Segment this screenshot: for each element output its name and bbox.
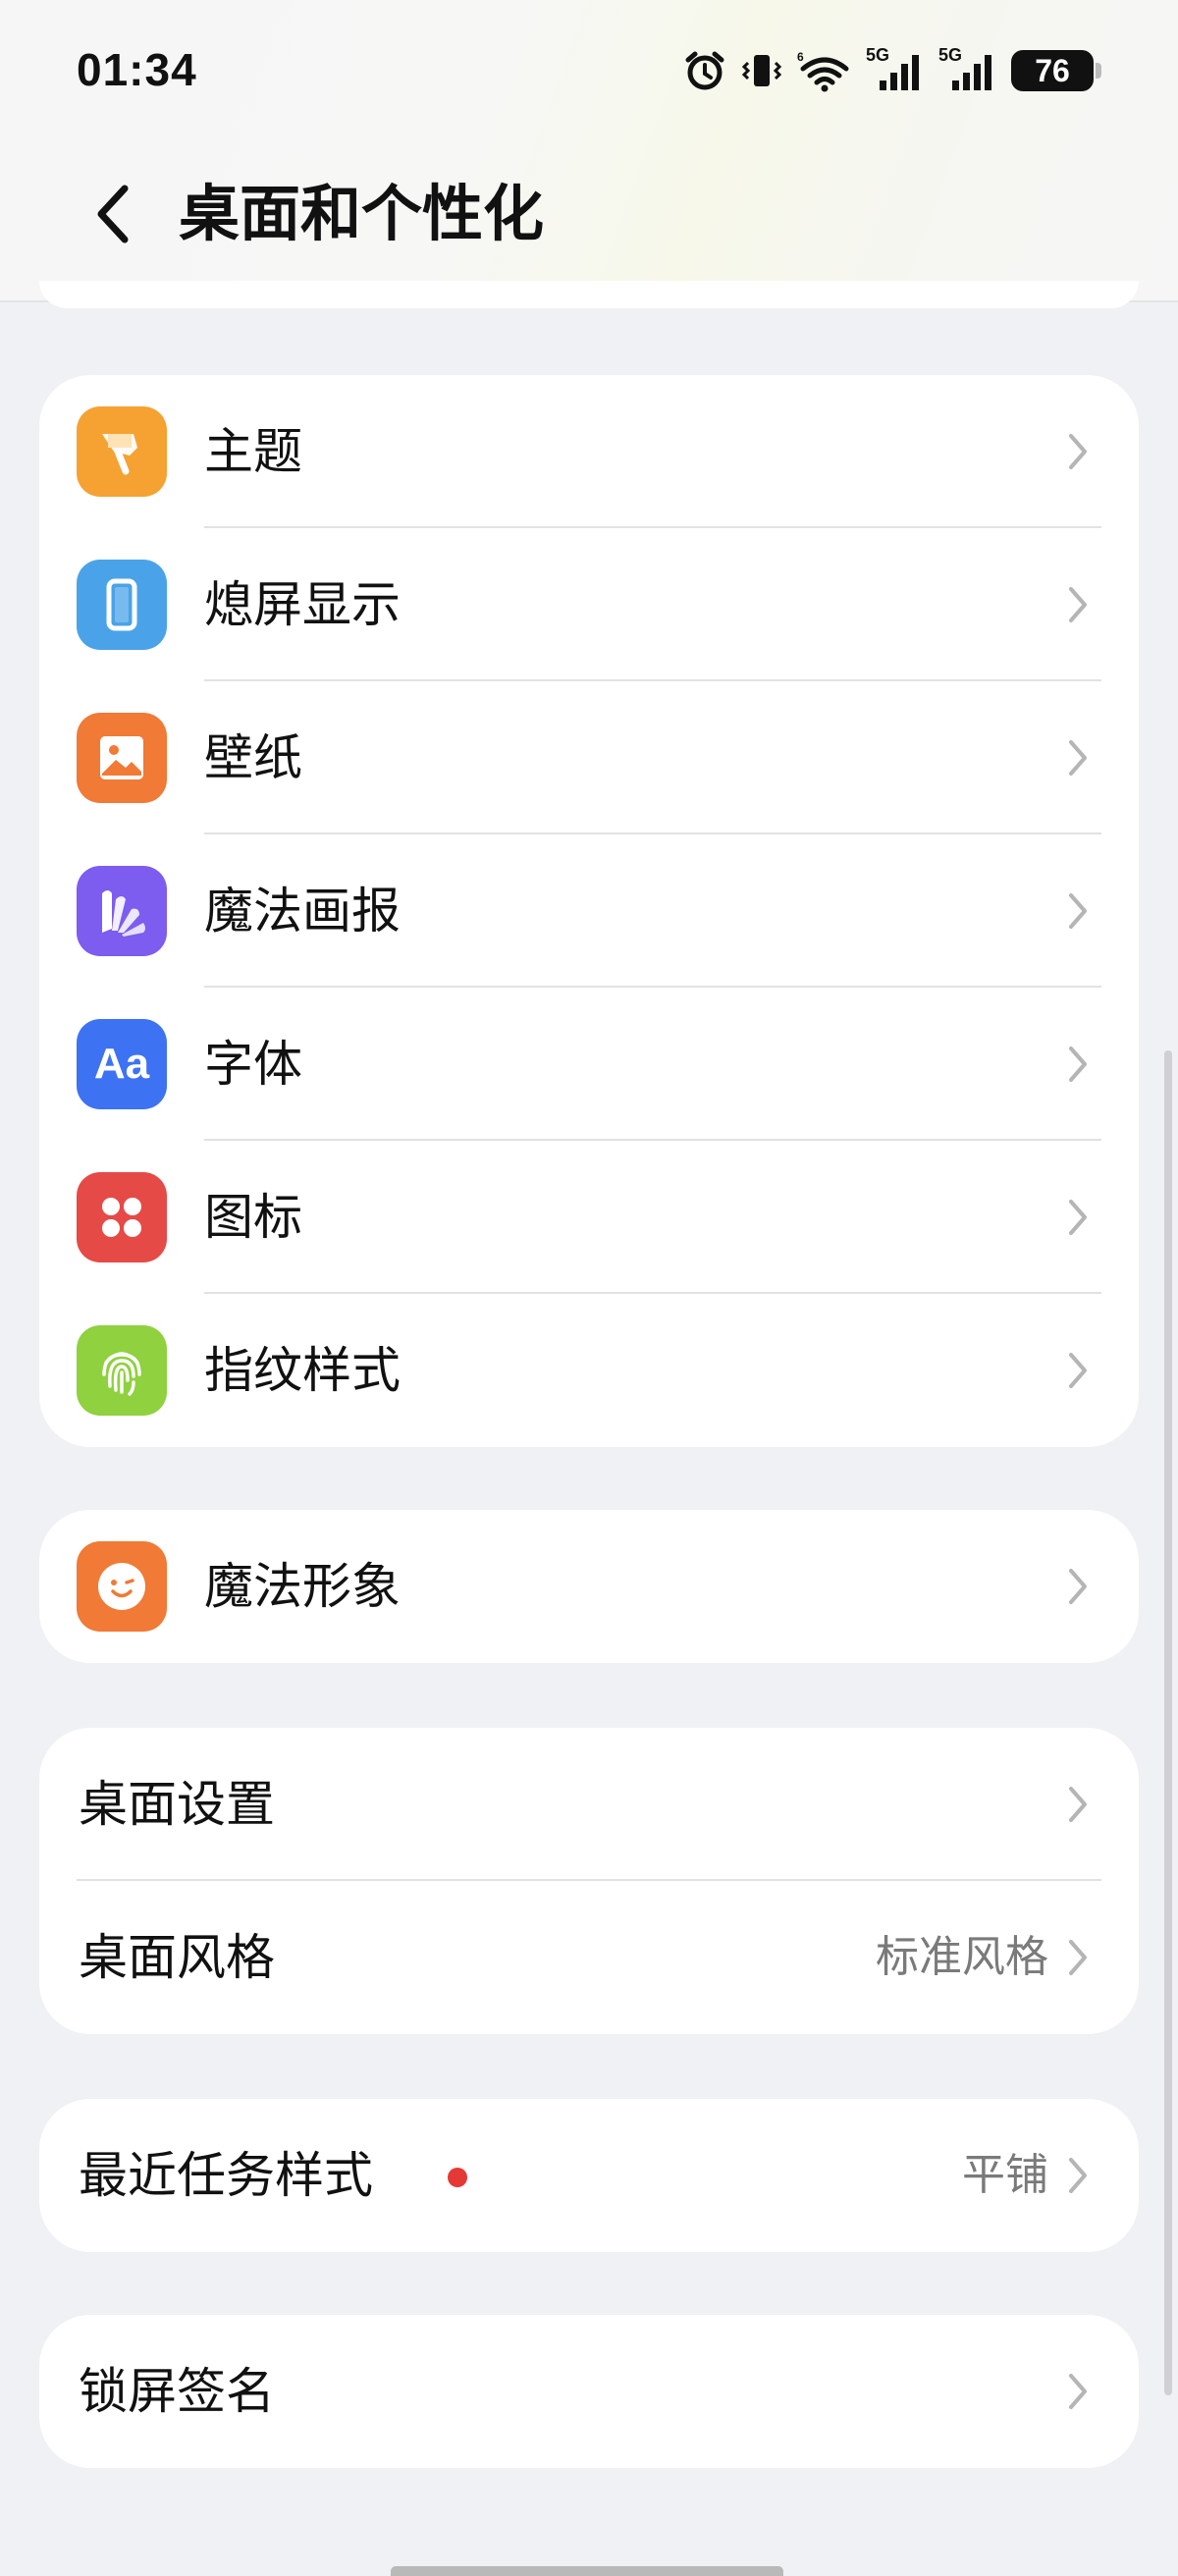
header: 桌面和个性化 bbox=[0, 147, 1178, 285]
row-desktop-settings[interactable]: 桌面设置 bbox=[39, 1728, 1139, 1881]
row-desktop-style[interactable]: 桌面风格 标准风格 bbox=[39, 1881, 1139, 2034]
smile-face-icon bbox=[77, 1541, 167, 1632]
battery-icon: 76 bbox=[1011, 50, 1094, 91]
chevron-right-icon bbox=[1056, 889, 1099, 933]
phone-outline-icon bbox=[77, 560, 167, 650]
new-badge-dot bbox=[448, 2168, 467, 2187]
row-label: 锁屏签名 bbox=[79, 2363, 275, 2420]
brush-icon bbox=[77, 406, 167, 497]
lock-screen-card: 锁屏签名 bbox=[39, 2315, 1139, 2468]
row-lock-screen-signature[interactable]: 锁屏签名 bbox=[39, 2315, 1139, 2468]
top-area: 01:34 6 5G 5G 76 桌面和个性化 bbox=[0, 0, 1178, 302]
chevron-right-icon bbox=[1056, 1196, 1099, 1239]
network-type-label: 5G bbox=[866, 45, 890, 65]
row-icons[interactable]: 图标 bbox=[39, 1141, 1139, 1294]
row-magic-magazine[interactable]: 魔法画报 bbox=[39, 834, 1139, 988]
font-icon-text: Aa bbox=[93, 1040, 150, 1088]
row-label: 桌面风格 bbox=[79, 1929, 275, 1986]
chevron-right-icon bbox=[1056, 583, 1099, 626]
back-button[interactable] bbox=[77, 177, 151, 251]
chevron-right-icon bbox=[1056, 430, 1099, 473]
image-icon bbox=[77, 713, 167, 803]
battery-tip bbox=[1096, 63, 1101, 79]
chevron-left-icon bbox=[97, 185, 129, 243]
row-value: 标准风格 bbox=[876, 1932, 1048, 1982]
avatar-card: 魔法形象 bbox=[39, 1510, 1139, 1663]
chevron-right-icon bbox=[1056, 2370, 1099, 2413]
row-label: 桌面设置 bbox=[79, 1776, 275, 1833]
chevron-right-icon bbox=[1056, 1349, 1099, 1392]
row-label: 最近任务样式 bbox=[79, 2147, 373, 2204]
personalization-card: 主题 熄屏显示 壁纸 魔法画报 Aa 字体 图标 指纹样式 bbox=[39, 375, 1139, 1447]
alarm-icon bbox=[683, 49, 726, 92]
row-aod[interactable]: 熄屏显示 bbox=[39, 528, 1139, 681]
home-indicator[interactable] bbox=[391, 2566, 783, 2576]
row-font[interactable]: Aa 字体 bbox=[39, 988, 1139, 1141]
row-label: 图标 bbox=[204, 1189, 302, 1246]
chevron-right-icon bbox=[1056, 736, 1099, 779]
fingerprint-icon bbox=[77, 1325, 167, 1416]
svg-text:6: 6 bbox=[797, 50, 804, 64]
chevron-right-icon bbox=[1056, 1043, 1099, 1086]
network-type-label: 5G bbox=[938, 45, 963, 65]
row-label: 字体 bbox=[204, 1036, 302, 1093]
row-magic-avatar[interactable]: 魔法形象 bbox=[39, 1510, 1139, 1663]
signal-icon: 5G bbox=[866, 45, 925, 92]
previous-card-edge bbox=[39, 281, 1139, 308]
desktop-card: 桌面设置 桌面风格 标准风格 bbox=[39, 1728, 1139, 2034]
status-icons: 6 5G 5G 76 bbox=[683, 45, 1101, 94]
status-bar: 01:34 6 5G 5G 76 bbox=[0, 0, 1178, 147]
wifi-icon: 6 bbox=[797, 49, 852, 92]
row-wallpaper[interactable]: 壁纸 bbox=[39, 681, 1139, 834]
four-dots-icon bbox=[77, 1172, 167, 1262]
row-label: 主题 bbox=[204, 423, 302, 480]
row-label: 魔法画报 bbox=[204, 883, 401, 939]
chevron-right-icon bbox=[1056, 2154, 1099, 2197]
font-icon: Aa bbox=[77, 1019, 167, 1109]
row-label: 熄屏显示 bbox=[204, 576, 401, 633]
recent-tasks-card: 最近任务样式 平铺 bbox=[39, 2099, 1139, 2252]
status-time: 01:34 bbox=[77, 44, 197, 95]
chevron-right-icon bbox=[1056, 1783, 1099, 1826]
row-recent-tasks-style[interactable]: 最近任务样式 平铺 bbox=[39, 2099, 1139, 2252]
chevron-right-icon bbox=[1056, 1565, 1099, 1608]
row-fingerprint-style[interactable]: 指纹样式 bbox=[39, 1294, 1139, 1447]
page-title: 桌面和个性化 bbox=[179, 178, 545, 249]
magazine-icon bbox=[77, 866, 167, 956]
scrollbar[interactable] bbox=[1164, 1050, 1172, 2395]
row-value: 平铺 bbox=[962, 2150, 1048, 2200]
battery-level: 76 bbox=[1035, 52, 1070, 88]
row-label: 魔法形象 bbox=[204, 1558, 401, 1615]
chevron-right-icon bbox=[1056, 1936, 1099, 1979]
row-label: 指纹样式 bbox=[204, 1342, 401, 1399]
row-label: 壁纸 bbox=[204, 729, 302, 786]
signal-icon: 5G bbox=[938, 45, 997, 92]
row-theme[interactable]: 主题 bbox=[39, 375, 1139, 528]
vibrate-icon bbox=[740, 49, 783, 92]
